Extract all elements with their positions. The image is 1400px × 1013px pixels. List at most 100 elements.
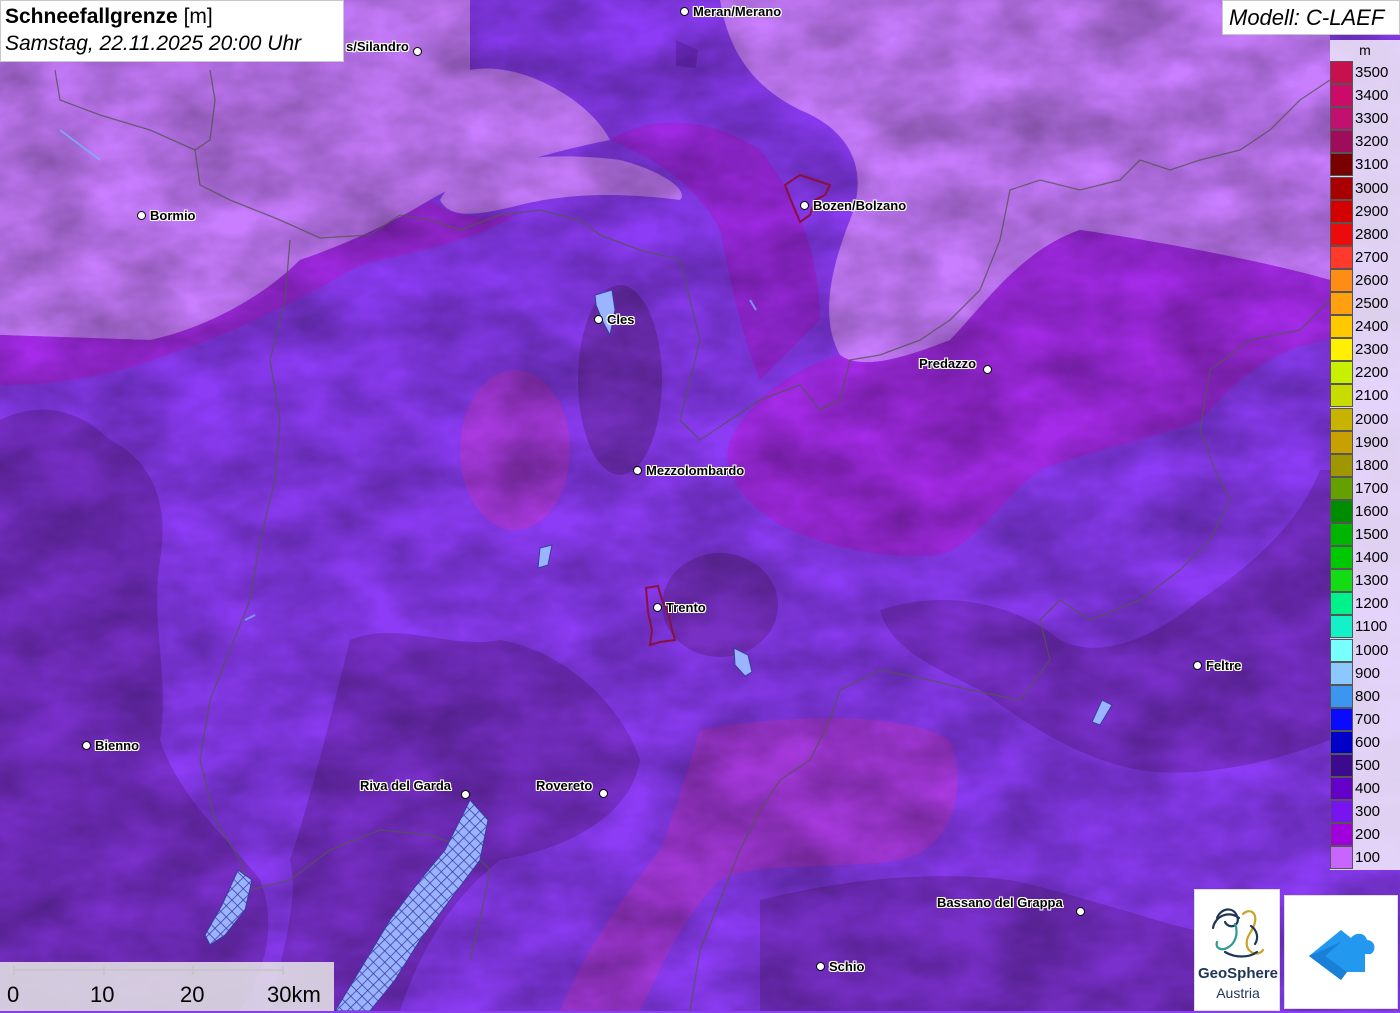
legend-label: 1000 (1355, 641, 1389, 659)
legend-item: 3000 (1330, 176, 1400, 200)
map-title-main: Schneefallgrenze (5, 5, 178, 28)
city-label: Mezzolombardo (646, 463, 745, 478)
map-datetime: Samstag, 22.11.2025 20:00 Uhr (5, 32, 302, 55)
city-dot (633, 466, 642, 475)
legend-label: 1900 (1355, 433, 1389, 451)
legend-swatch (1330, 707, 1353, 731)
legend-label: 2500 (1355, 295, 1389, 312)
map-title-unit: [m] (183, 5, 213, 28)
color-legend: m 3500 3400 3300 3200 3100 3000 2900 2800 2700 26… (1330, 40, 1400, 870)
city-dot (816, 962, 825, 971)
city-dot (599, 789, 608, 798)
city-label: Meran/Merano (693, 4, 782, 19)
legend-swatch (1330, 453, 1353, 477)
legend-label: 3500 (1355, 64, 1389, 81)
legend-label: 2400 (1355, 318, 1389, 336)
legend-unit: m (1359, 42, 1371, 58)
model-label: Modell: C-LAEF (1222, 0, 1400, 35)
legend-swatch (1330, 338, 1353, 362)
legend-item: 1800 (1330, 453, 1400, 477)
legend-item: 300 (1330, 800, 1400, 824)
legend-label: 1200 (1355, 595, 1389, 613)
legend-item: 2400 (1330, 315, 1400, 339)
city-label: Rovereto (536, 778, 593, 793)
legend-item: 2300 (1330, 338, 1400, 362)
city-label: s/Silandro (346, 39, 409, 54)
legend-swatch (1330, 638, 1353, 662)
legend-swatch (1330, 592, 1353, 616)
legend-label: 200 (1355, 826, 1381, 844)
legend-label: 2800 (1355, 225, 1389, 243)
scale-label-30km: 30km (267, 982, 321, 1007)
map-title: Schneefallgrenze [m] (5, 3, 339, 30)
city-dot (82, 741, 91, 750)
city-label: Bormio (150, 208, 196, 223)
map-canvas[interactable] (0, 0, 1400, 1011)
legend-swatch (1330, 777, 1353, 801)
legend-label: 1500 (1355, 526, 1389, 543)
legend-label: 800 (1355, 687, 1381, 705)
legend-item: 1000 (1330, 638, 1400, 662)
city-dot (983, 365, 992, 374)
city-label: Bassano del Grappa (937, 895, 1063, 910)
legend-swatch (1330, 107, 1353, 131)
city-dot (680, 7, 689, 16)
legend-swatch (1330, 800, 1353, 824)
legend-item: 1700 (1330, 476, 1400, 500)
legend-item: 1300 (1330, 569, 1400, 593)
city-dot (594, 315, 603, 324)
legend-swatch (1330, 384, 1353, 408)
scale-label-20: 20 (180, 982, 205, 1007)
legend-swatch (1330, 523, 1353, 546)
legend-swatch (1330, 430, 1353, 454)
legend-item: 100 (1330, 846, 1400, 870)
scale-label-0: 0 (7, 982, 20, 1007)
legend-item: 1900 (1330, 430, 1400, 454)
legend-swatch (1330, 499, 1353, 523)
legend-item: 3300 (1330, 107, 1400, 131)
legend-label: 300 (1355, 803, 1381, 821)
legend-item: 1200 (1330, 592, 1400, 616)
legend-label: 600 (1355, 733, 1381, 751)
legend-label: 2000 (1355, 410, 1389, 428)
scale-label-10: 10 (90, 982, 115, 1007)
legend-label: 2700 (1355, 248, 1389, 266)
map[interactable]: Meran/Merano s/Silandro Bormio Bozen/Bol… (0, 0, 1400, 1011)
legend-swatch (1330, 546, 1353, 570)
legend-swatch (1330, 199, 1353, 223)
legend-item: 1500 (1330, 523, 1400, 546)
geosphere-emblem-icon (1211, 908, 1265, 958)
legend-swatch (1330, 361, 1353, 385)
legend-label: 1300 (1355, 572, 1389, 590)
legend-item: 3400 (1330, 84, 1400, 108)
weather-app-logo[interactable] (1284, 895, 1398, 1009)
legend-item: 200 (1330, 823, 1400, 847)
city-dot (137, 211, 146, 220)
legend-item: 2000 (1330, 407, 1400, 431)
city-label: Predazzo (919, 356, 977, 371)
legend-item: 800 (1330, 684, 1400, 708)
legend-swatch (1330, 823, 1353, 847)
legend-label: 900 (1355, 664, 1381, 682)
city-dot (653, 603, 662, 612)
geosphere-logo[interactable]: GeoSphere Austria (1194, 889, 1280, 1011)
legend-label: 100 (1355, 849, 1381, 867)
legend-swatch (1330, 61, 1353, 84)
city-label: Trento (666, 600, 706, 615)
legend-item: 2200 (1330, 361, 1400, 385)
city-label: Feltre (1206, 658, 1242, 673)
legend-item: 1600 (1330, 499, 1400, 523)
legend-swatch (1330, 684, 1353, 708)
legend-label: 1700 (1355, 479, 1389, 497)
legend-label: 700 (1355, 710, 1381, 728)
legend-swatch (1330, 661, 1353, 685)
city-dot (1076, 907, 1085, 916)
legend-label: 3200 (1355, 133, 1389, 151)
city-dot (413, 47, 422, 56)
legend-item: 2100 (1330, 384, 1400, 408)
legend-swatch (1330, 846, 1353, 870)
legend-swatch (1330, 730, 1353, 754)
legend-label: 500 (1355, 757, 1381, 774)
city-label: Bozen/Bolzano (813, 198, 907, 213)
city-dot (461, 790, 470, 799)
